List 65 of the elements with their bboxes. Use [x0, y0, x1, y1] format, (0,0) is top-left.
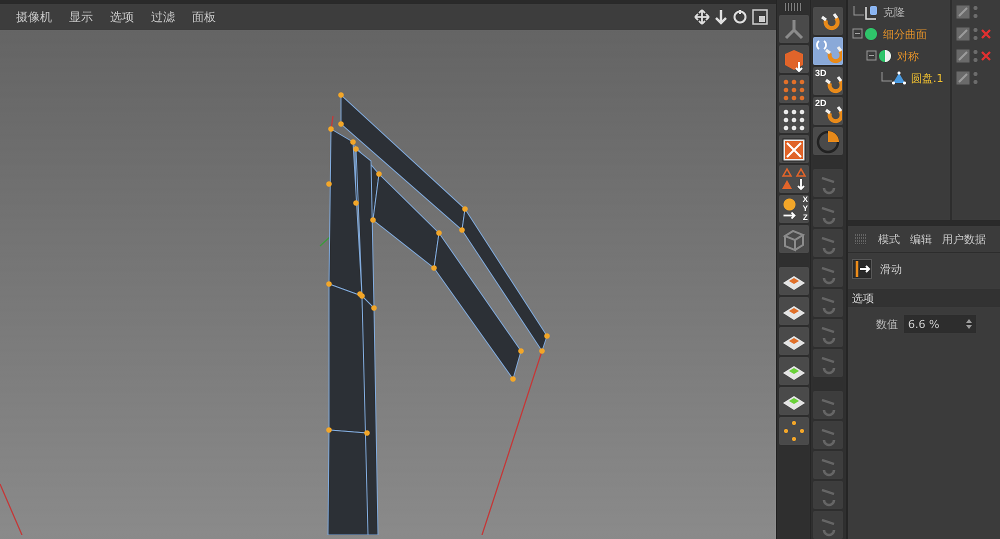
tool-button[interactable]	[813, 7, 843, 35]
axis-label: Z	[802, 213, 808, 222]
menu-item[interactable]: 显示	[69, 8, 93, 26]
tool-button[interactable]	[779, 135, 809, 163]
visibility-dots-icon[interactable]	[973, 49, 978, 63]
menu-item[interactable]: 用户数据	[942, 232, 986, 246]
field-label: 数值	[876, 316, 898, 332]
spinner-icon[interactable]	[966, 319, 972, 329]
collapse-icon[interactable]	[866, 50, 878, 62]
menu-item[interactable]: 选项	[110, 8, 134, 26]
object-name[interactable]: 对称	[897, 48, 919, 64]
branch-line-icon	[880, 72, 892, 84]
visibility-dots-icon[interactable]	[973, 5, 978, 19]
visibility-dots-icon[interactable]	[973, 71, 978, 85]
object-name[interactable]: 细分曲面	[883, 26, 927, 42]
object-name[interactable]: 圆盘.1	[911, 70, 944, 86]
tool-name: 滑动	[880, 262, 902, 276]
axis-label: X	[802, 195, 808, 204]
tool-button[interactable]	[779, 45, 809, 73]
arrow-down-icon[interactable]	[714, 9, 728, 25]
window-icon[interactable]	[752, 9, 768, 25]
sphere-icon	[878, 48, 893, 64]
parens-icon	[815, 40, 828, 50]
tag-icon[interactable]	[956, 5, 970, 19]
object-name[interactable]: 克隆	[883, 4, 905, 20]
menu-item[interactable]: 编辑	[910, 232, 932, 246]
tool-button[interactable]	[779, 105, 809, 133]
tool-button[interactable]	[779, 165, 809, 193]
tool-button[interactable]	[779, 357, 809, 385]
rotate-icon[interactable]	[732, 9, 748, 25]
menu-item[interactable]: 摄像机	[16, 8, 52, 26]
cloner-icon	[864, 4, 879, 20]
tool-label: 2D	[815, 98, 827, 108]
tool-button[interactable]: 3D	[813, 67, 843, 95]
branch-line-icon	[852, 6, 864, 18]
tag-icon[interactable]	[956, 49, 970, 63]
tag-icon[interactable]	[956, 27, 970, 41]
number-field[interactable]: 6.6 %	[904, 315, 976, 333]
triangle-cluster-icon	[780, 166, 808, 192]
triangle-icon	[892, 70, 907, 86]
tool-button[interactable]	[779, 297, 809, 325]
tool-button[interactable]: 2D	[813, 97, 843, 125]
tool-button[interactable]	[779, 387, 809, 415]
tool-button[interactable]	[779, 267, 809, 295]
tool-label: 3D	[815, 68, 827, 78]
magnet-icon	[823, 44, 842, 64]
magnet-icon	[823, 104, 842, 124]
move-icon[interactable]	[694, 9, 710, 25]
tag-icon[interactable]	[956, 71, 970, 85]
mesh-drawing[interactable]	[326, 92, 550, 535]
menu-item[interactable]: 模式	[878, 232, 900, 246]
section-header[interactable]: 选项	[848, 289, 1000, 307]
visibility-dots-icon[interactable]	[973, 27, 978, 41]
circle-segment-icon	[814, 128, 842, 154]
tool-button[interactable]	[779, 327, 809, 355]
sphere-icon	[864, 26, 879, 42]
grip-icon[interactable]	[854, 234, 868, 244]
axis-label: Y	[802, 204, 808, 213]
slide-tool-icon	[852, 259, 872, 279]
sphere-arrow-icon	[782, 198, 796, 220]
collapse-icon[interactable]	[852, 28, 864, 40]
menu-item[interactable]: 面板	[192, 8, 216, 26]
tool-button[interactable]: X Y Z	[779, 195, 809, 223]
menu-item[interactable]: 过滤	[151, 8, 175, 26]
tool-button[interactable]	[813, 127, 843, 155]
